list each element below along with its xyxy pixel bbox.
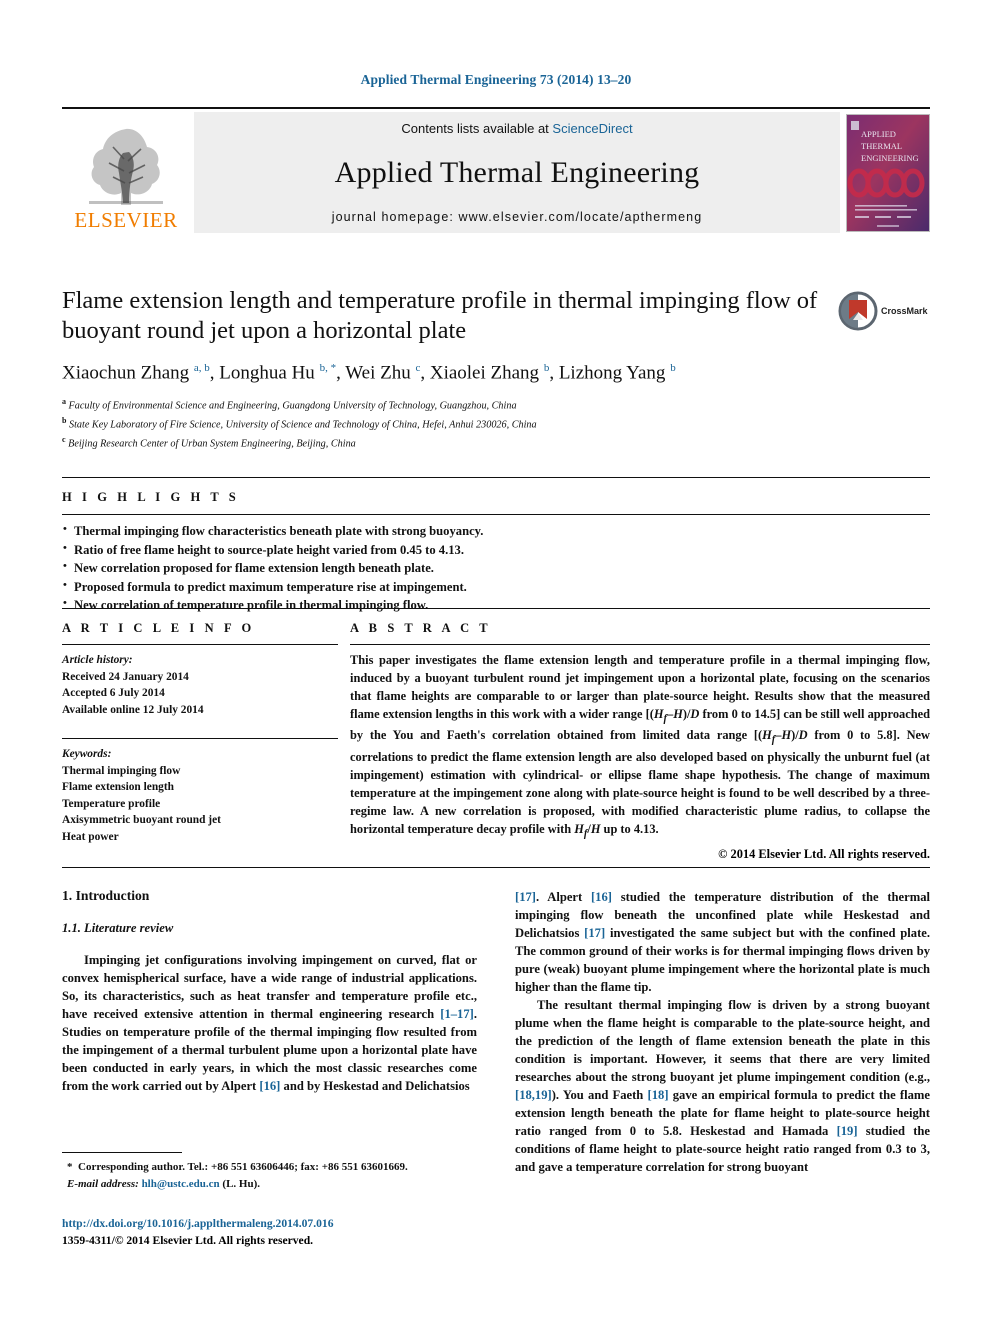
contents-prefix: Contents lists available at: [401, 121, 553, 136]
journal-band: Contents lists available at ScienceDirec…: [194, 112, 840, 233]
email-link[interactable]: hlh@ustc.edu.cn: [142, 1178, 220, 1190]
body-columns: 1. Introduction 1.1. Literature review I…: [62, 888, 930, 1176]
info-top-rule: [62, 608, 930, 609]
affiliation-text: Faculty of Environmental Science and Eng…: [68, 400, 517, 412]
affiliation-marker: b: [62, 415, 67, 425]
article-history-label: Article history:: [62, 654, 133, 666]
body-top-rule: [62, 867, 930, 868]
svg-text:ENGINEERING: ENGINEERING: [861, 153, 919, 163]
corresponding-author-footnote: * Corresponding author. Tel.: +86 551 63…: [62, 1152, 477, 1192]
article-info-column: A R T I C L E I N F O Article history: R…: [62, 621, 338, 862]
corresponding-author-line: * Corresponding author. Tel.: +86 551 63…: [67, 1161, 408, 1173]
paper-page: Applied Thermal Engineering 73 (2014) 13…: [0, 0, 992, 1323]
article-info-heading: A R T I C L E I N F O: [62, 621, 255, 635]
doi-link[interactable]: http://dx.doi.org/10.1016/j.applthermale…: [62, 1215, 522, 1232]
keyword-item: Temperature profile: [62, 797, 161, 810]
journal-masthead: ELSEVIER Contents lists available at Sci…: [62, 107, 930, 233]
body-column-right: [17]. Alpert [16] studied the temperatur…: [515, 888, 930, 1176]
paragraph: [17]. Alpert [16] studied the temperatur…: [515, 890, 930, 994]
sciencedirect-link[interactable]: ScienceDirect: [552, 121, 632, 136]
title-block: Flame extension length and temperature p…: [62, 286, 930, 452]
affiliation-text: State Key Laboratory of Fire Science, Un…: [69, 419, 537, 431]
paragraph: The resultant thermal impinging flow is …: [515, 998, 931, 1174]
highlights-list: Thermal impinging flow characteristics b…: [62, 521, 930, 615]
affiliation-item: c Beijing Research Center of Urban Syste…: [62, 434, 930, 453]
list-item: Thermal impinging flow characteristics b…: [62, 521, 930, 541]
history-item: Received 24 January 2014: [62, 670, 189, 683]
affiliation-marker: a: [62, 396, 66, 406]
abstract-copyright: © 2014 Elsevier Ltd. All rights reserved…: [718, 847, 930, 862]
affiliation-marker: c: [62, 434, 66, 444]
contents-available-line: Contents lists available at ScienceDirec…: [401, 121, 632, 136]
email-label: E-mail address:: [67, 1177, 139, 1190]
body-column-left: 1. Introduction 1.1. Literature review I…: [62, 888, 477, 1176]
article-info-rule: [62, 644, 338, 645]
svg-text:APPLIED: APPLIED: [861, 129, 896, 139]
crossmark-icon: [838, 291, 878, 331]
history-item: Available online 12 July 2014: [62, 703, 204, 716]
keyword-item: Axisymmetric buoyant round jet: [62, 814, 221, 827]
highlights-heading: H I G H L I G H T S: [62, 490, 240, 504]
elsevier-wordmark: ELSEVIER: [74, 208, 178, 232]
crossmark-label: CrossMark: [881, 305, 928, 316]
affiliation-item: a Faculty of Environmental Science and E…: [62, 396, 930, 415]
issn-copyright-line: 1359-4311/© 2014 Elsevier Ltd. All right…: [62, 1234, 314, 1248]
elsevier-logo: ELSEVIER: [62, 112, 190, 233]
keywords-rule: [62, 738, 338, 740]
affiliation-list: a Faculty of Environmental Science and E…: [62, 396, 930, 453]
footnote-rule: [62, 1152, 182, 1153]
svg-text:THERMAL: THERMAL: [861, 141, 902, 151]
list-item: Proposed formula to predict maximum temp…: [62, 577, 930, 597]
paragraph: Impinging jet configurations involving i…: [62, 953, 477, 1093]
affiliation-text: Beijing Research Center of Urban System …: [68, 437, 356, 449]
email-suffix: (L. Hu).: [222, 1177, 260, 1190]
list-item: Ratio of free flame height to source-pla…: [62, 540, 930, 560]
journal-cover-thumbnail: APPLIED THERMAL ENGINEERING: [846, 114, 930, 232]
keywords-label: Keywords:: [62, 748, 112, 761]
section-heading: 1. Introduction: [62, 888, 150, 903]
highlights-mid-rule: [62, 514, 930, 515]
info-abstract-section: A R T I C L E I N F O Article history: R…: [62, 608, 930, 862]
crossmark-badge[interactable]: CrossMark: [838, 288, 930, 334]
email-line: E-mail address: hlh@ustc.edu.cn (L. Hu).: [62, 1176, 477, 1193]
affiliation-item: b State Key Laboratory of Fire Science, …: [62, 415, 930, 434]
highlights-top-rule: [62, 477, 930, 478]
journal-title: Applied Thermal Engineering: [334, 156, 700, 189]
abstract-column: A B S T R A C T This paper investigates …: [338, 621, 930, 862]
article-history: Article history: Received 24 January 201…: [62, 652, 338, 718]
journal-homepage-link[interactable]: journal homepage: www.elsevier.com/locat…: [332, 210, 703, 224]
abstract-text: This paper investigates the flame extens…: [350, 653, 930, 840]
cover-art: APPLIED THERMAL ENGINEERING: [847, 115, 929, 231]
keywords-block: Keywords: Thermal impinging flow Flame e…: [62, 746, 338, 845]
subsection-heading: 1.1. Literature review: [62, 921, 174, 935]
abstract-heading: A B S T R A C T: [350, 621, 492, 635]
list-item: New correlation proposed for flame exten…: [62, 558, 930, 578]
elsevier-tree-icon: [89, 128, 163, 205]
highlights-section: H I G H L I G H T S Thermal impinging fl…: [62, 477, 930, 615]
page-title: Flame extension length and temperature p…: [62, 287, 818, 345]
abstract-rule: [350, 644, 930, 645]
keyword-item: Flame extension length: [62, 781, 174, 794]
author-list: Xiaochun Zhang a, b, Longhua Hu b, *, We…: [62, 361, 676, 384]
keyword-item: Heat power: [62, 830, 119, 843]
running-head: Applied Thermal Engineering 73 (2014) 13…: [360, 72, 632, 87]
doi-footer: http://dx.doi.org/10.1016/j.applthermale…: [62, 1215, 522, 1250]
history-item: Accepted 6 July 2014: [62, 687, 165, 700]
keyword-item: Thermal impinging flow: [62, 764, 181, 777]
